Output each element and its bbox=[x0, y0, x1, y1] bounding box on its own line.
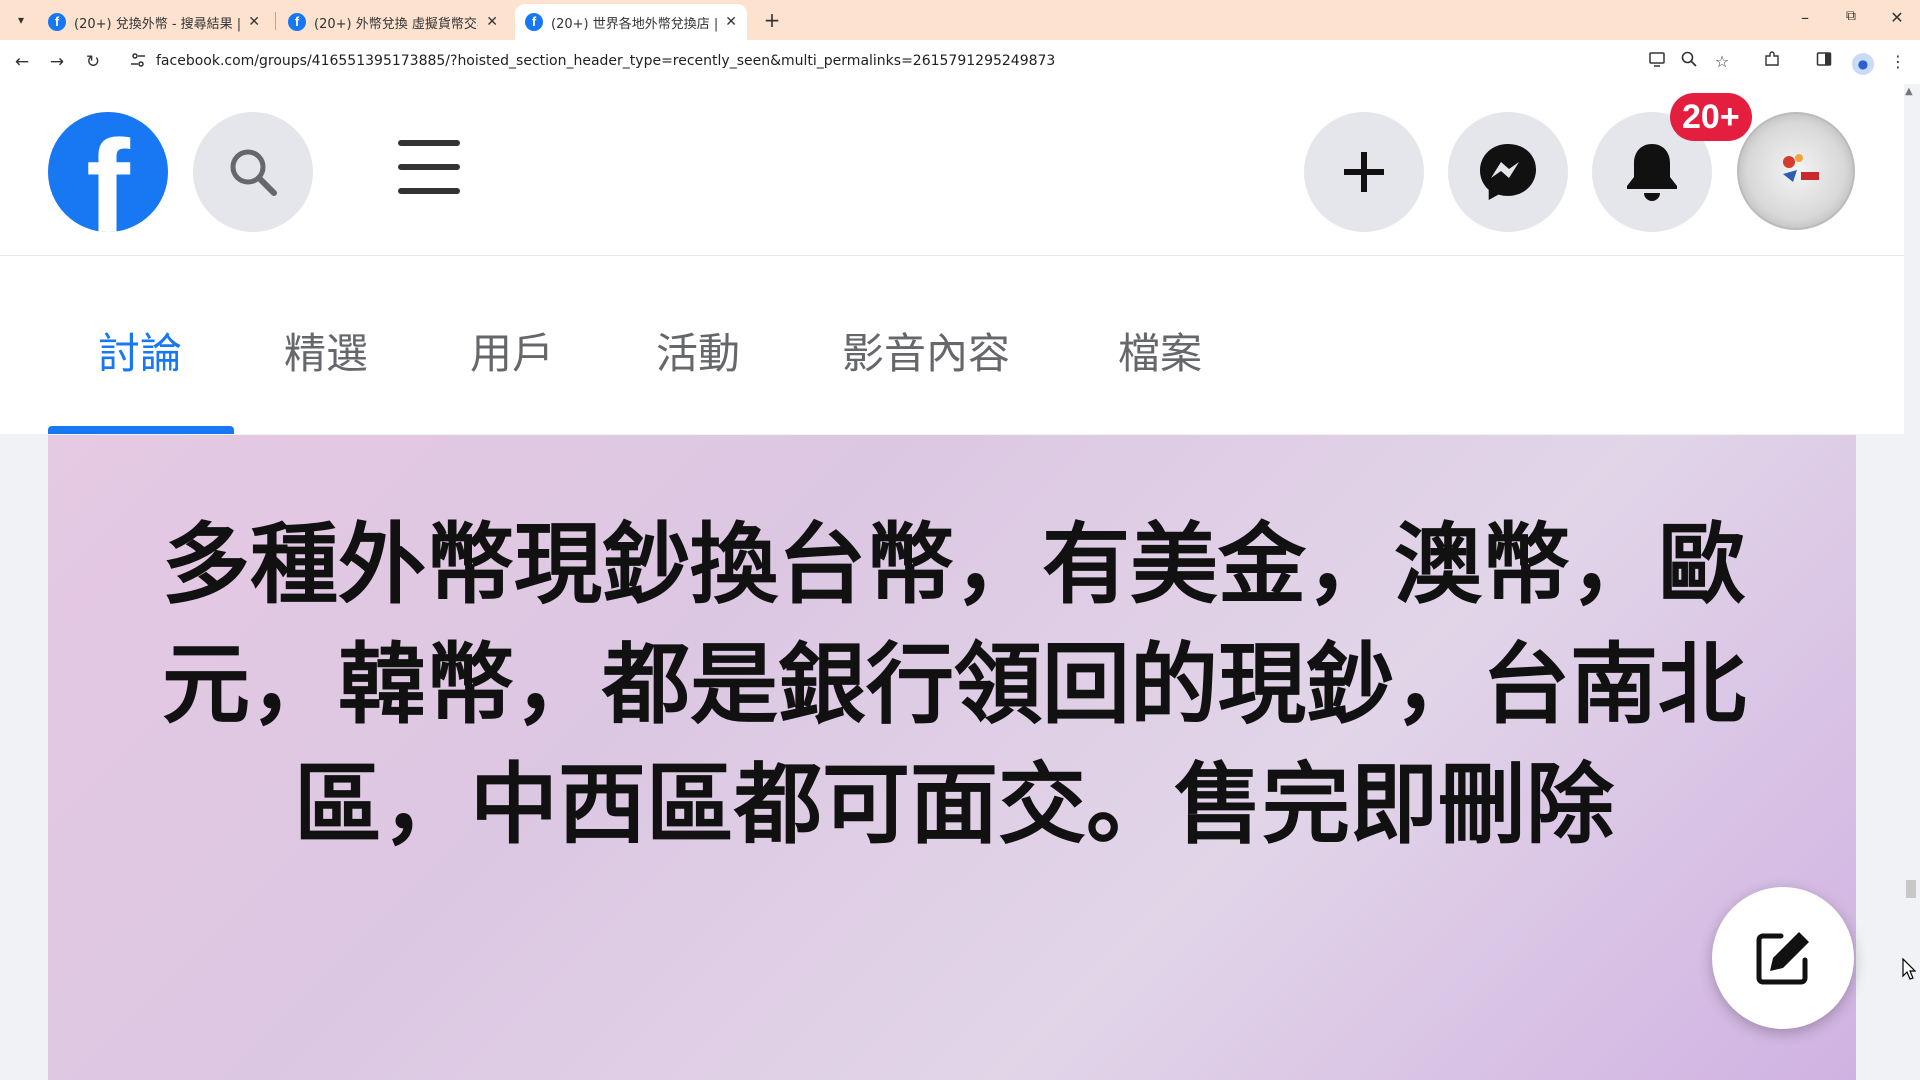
browser-tab-title: (20+) 世界各地外幣兌換店 | Fa bbox=[551, 16, 718, 32]
reload-icon[interactable]: ↻ bbox=[81, 50, 105, 74]
create-button[interactable] bbox=[1304, 112, 1424, 232]
browser-tab-3-active[interactable]: f (20+) 世界各地外幣兌換店 | Fa ✕ bbox=[515, 4, 747, 40]
compose-button[interactable] bbox=[1712, 887, 1854, 1029]
facebook-favicon-icon: f bbox=[48, 13, 66, 31]
facebook-header: f bbox=[0, 84, 1904, 256]
url-text: facebook.com/groups/416551395173885/?hoi… bbox=[156, 53, 1056, 69]
messenger-button[interactable] bbox=[1448, 112, 1568, 232]
browser-profile-icon[interactable]: ● bbox=[1852, 53, 1874, 75]
plus-icon bbox=[1344, 152, 1384, 192]
tab-divider bbox=[275, 12, 276, 30]
tab-members[interactable]: 用戶 bbox=[470, 320, 554, 381]
group-tabs-bar: 討論 精選 用戶 活動 影音內容 檔案 bbox=[0, 256, 1904, 434]
tab-files[interactable]: 檔案 bbox=[1118, 320, 1202, 381]
facebook-logo[interactable]: f bbox=[48, 112, 168, 232]
post-text-line: 多種外幣現鈔換台幣，有美金，澳幣，歐 bbox=[161, 513, 1746, 616]
post-text-line: 區，中西區都可面交。售完即刪除 bbox=[293, 753, 1614, 856]
facebook-favicon-icon: f bbox=[288, 13, 306, 31]
close-tab-icon[interactable]: ✕ bbox=[248, 14, 260, 30]
bell-icon bbox=[1627, 144, 1677, 201]
back-icon[interactable]: ← bbox=[10, 50, 34, 74]
zoom-icon[interactable] bbox=[1677, 50, 1701, 74]
tab-discussion[interactable]: 討論 bbox=[98, 320, 182, 381]
search-button[interactable] bbox=[193, 112, 313, 232]
messenger-icon bbox=[1480, 144, 1536, 200]
browser-tab-1[interactable]: f (20+) 兌換外幣 - 搜尋結果 | Fa ✕ bbox=[38, 4, 270, 40]
compose-icon bbox=[1756, 932, 1809, 985]
notification-count-badge: 20+ bbox=[1670, 93, 1752, 141]
tab-featured[interactable]: 精選 bbox=[284, 320, 368, 381]
browser-menu-icon[interactable]: ⋮ bbox=[1886, 50, 1910, 74]
menu-icon[interactable] bbox=[398, 140, 460, 212]
close-tab-icon[interactable]: ✕ bbox=[725, 14, 737, 30]
forward-icon[interactable]: → bbox=[45, 50, 69, 74]
browser-tab-strip: ▾ f (20+) 兌換外幣 - 搜尋結果 | Fa ✕ f (20+) 外幣兌… bbox=[0, 0, 1920, 40]
tab-search-chevron-icon[interactable]: ▾ bbox=[10, 9, 32, 31]
facebook-favicon-icon: f bbox=[525, 13, 543, 31]
close-tab-icon[interactable]: ✕ bbox=[486, 14, 498, 30]
bookmark-star-icon[interactable]: ☆ bbox=[1710, 50, 1734, 74]
new-tab-button[interactable]: + bbox=[760, 8, 784, 32]
avatar[interactable] bbox=[1737, 112, 1855, 230]
scroll-up-arrow-icon[interactable]: ▲ bbox=[1905, 86, 1913, 97]
post-text-line: 元，韓幣，都是銀行領回的現鈔，台南北 bbox=[161, 633, 1746, 736]
extensions-icon[interactable] bbox=[1760, 50, 1784, 74]
post-text: 多種外幣現鈔換台幣，有美金，澳幣，歐 元，韓幣，都是銀行領回的現鈔，台南北 區，… bbox=[134, 505, 1774, 865]
restore-icon[interactable]: ⧉ bbox=[1836, 8, 1866, 24]
post-background-card[interactable]: 多種外幣現鈔換台幣，有美金，澳幣，歐 元，韓幣，都是銀行領回的現鈔，台南北 區，… bbox=[48, 435, 1856, 1080]
browser-tab-title: (20+) 外幣兌換 虛擬貨幣交易 bbox=[314, 16, 479, 32]
active-tab-indicator bbox=[48, 426, 234, 434]
install-app-icon[interactable] bbox=[1645, 50, 1669, 74]
browser-tab-2[interactable]: f (20+) 外幣兌換 虛擬貨幣交易 ✕ bbox=[278, 4, 508, 40]
side-panel-icon[interactable] bbox=[1812, 50, 1836, 74]
browser-toolbar: ← → ↻ facebook.com/groups/41655139517388… bbox=[0, 40, 1920, 84]
browser-tab-title: (20+) 兌換外幣 - 搜尋結果 | Fa bbox=[74, 16, 241, 32]
address-bar[interactable]: facebook.com/groups/416551395173885/?hoi… bbox=[122, 46, 1802, 78]
search-icon bbox=[230, 149, 277, 196]
minimize-icon[interactable]: – bbox=[1790, 8, 1820, 27]
profile-logo-icon bbox=[1783, 154, 1819, 182]
close-window-icon[interactable]: ✕ bbox=[1882, 8, 1912, 27]
mouse-cursor-icon bbox=[1902, 958, 1916, 980]
scrollbar-thumb[interactable] bbox=[1906, 880, 1916, 898]
site-settings-icon[interactable] bbox=[128, 52, 148, 72]
tab-media[interactable]: 影音內容 bbox=[842, 320, 1010, 381]
tab-events[interactable]: 活動 bbox=[656, 320, 740, 381]
